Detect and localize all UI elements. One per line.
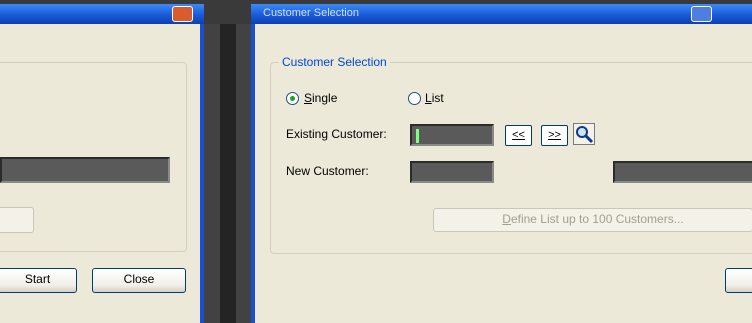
magnifier-icon[interactable] bbox=[573, 123, 595, 145]
new-customer-label: New Customer: bbox=[286, 164, 369, 178]
new-customer-name-field[interactable] bbox=[613, 161, 752, 183]
text-cursor bbox=[416, 129, 419, 143]
right-window: Customer Selection Single List Existing … bbox=[251, 24, 752, 323]
close-button-label: Close bbox=[123, 272, 155, 286]
radio-single-label[interactable]: Single bbox=[304, 91, 337, 105]
radio-list[interactable] bbox=[408, 92, 421, 105]
existing-customer-input[interactable] bbox=[410, 124, 494, 146]
start-button-label: Start bbox=[24, 272, 51, 286]
left-input-field[interactable] bbox=[0, 157, 170, 183]
minimize-icon[interactable] bbox=[691, 6, 712, 22]
previous-customer-label: << bbox=[512, 129, 525, 141]
window-title: Customer Selection bbox=[263, 7, 359, 19]
previous-customer-button[interactable]: << bbox=[505, 125, 532, 146]
radio-list-mnemonic: L bbox=[425, 91, 432, 105]
close-button[interactable]: Close bbox=[92, 268, 186, 293]
next-customer-button[interactable]: >> bbox=[541, 125, 568, 146]
radio-single-rest: ingle bbox=[312, 91, 338, 105]
define-list-label: efine List up to 100 Customers... bbox=[510, 212, 684, 226]
radio-single-mnemonic: S bbox=[304, 91, 313, 105]
next-customer-label: >> bbox=[548, 129, 561, 141]
close-icon[interactable] bbox=[172, 6, 193, 22]
left-window: Start Close bbox=[0, 24, 204, 323]
left-window-titlebar[interactable] bbox=[0, 4, 204, 24]
desktop-strip bbox=[220, 24, 236, 323]
left-browse-button[interactable] bbox=[0, 207, 34, 233]
existing-customer-label: Existing Customer: bbox=[286, 127, 387, 141]
start-button[interactable]: Start bbox=[0, 268, 77, 293]
define-list-mnemonic: D bbox=[502, 212, 511, 226]
radio-single[interactable] bbox=[286, 92, 299, 105]
define-list-button[interactable]: Define List up to 100 Customers... bbox=[433, 208, 752, 232]
ok-button[interactable] bbox=[725, 268, 752, 293]
new-customer-input[interactable] bbox=[410, 161, 494, 183]
radio-list-label[interactable]: List bbox=[425, 91, 444, 105]
right-window-titlebar[interactable]: Customer Selection bbox=[251, 4, 752, 24]
group-title: Customer Selection bbox=[279, 55, 390, 69]
radio-list-rest: ist bbox=[431, 91, 444, 105]
